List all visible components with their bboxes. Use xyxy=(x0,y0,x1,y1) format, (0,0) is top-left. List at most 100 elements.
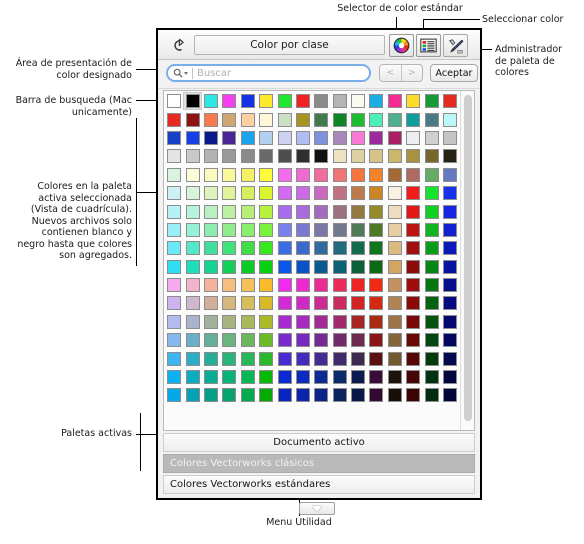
color-swatch[interactable] xyxy=(367,202,385,220)
color-swatch[interactable] xyxy=(183,239,201,257)
color-swatch[interactable] xyxy=(183,166,201,184)
color-swatch[interactable] xyxy=(386,184,404,202)
color-swatch[interactable] xyxy=(275,166,293,184)
color-swatch[interactable] xyxy=(165,166,183,184)
color-swatch[interactable] xyxy=(220,276,238,294)
color-swatch[interactable] xyxy=(367,184,385,202)
color-swatch[interactable] xyxy=(239,92,257,110)
color-swatch[interactable] xyxy=(294,110,312,128)
color-swatch[interactable] xyxy=(441,331,459,349)
color-swatch[interactable] xyxy=(183,92,202,111)
color-swatch[interactable] xyxy=(331,258,349,276)
color-swatch[interactable] xyxy=(165,129,183,147)
color-swatch[interactable] xyxy=(422,166,440,184)
color-swatch[interactable] xyxy=(239,110,257,128)
color-swatch[interactable] xyxy=(331,313,349,331)
color-swatch[interactable] xyxy=(404,110,422,128)
color-swatch[interactable] xyxy=(165,386,183,404)
color-swatch[interactable] xyxy=(239,294,257,312)
color-swatch[interactable] xyxy=(441,147,459,165)
color-swatch[interactable] xyxy=(239,166,257,184)
color-swatch[interactable] xyxy=(349,202,367,220)
color-swatch[interactable] xyxy=(404,313,422,331)
color-swatch[interactable] xyxy=(220,184,238,202)
color-swatch[interactable] xyxy=(165,258,183,276)
color-swatch[interactable] xyxy=(294,294,312,312)
color-swatch[interactable] xyxy=(239,147,257,165)
color-swatch[interactable] xyxy=(422,276,440,294)
color-swatch[interactable] xyxy=(349,110,367,128)
color-grid[interactable] xyxy=(165,92,460,405)
color-swatch[interactable] xyxy=(294,221,312,239)
color-swatch[interactable] xyxy=(275,110,293,128)
color-swatch[interactable] xyxy=(183,147,201,165)
color-swatch[interactable] xyxy=(239,386,257,404)
color-swatch[interactable] xyxy=(275,386,293,404)
color-swatch[interactable] xyxy=(331,147,349,165)
color-swatch[interactable] xyxy=(257,294,275,312)
color-swatch[interactable] xyxy=(165,202,183,220)
color-swatch[interactable] xyxy=(349,92,367,110)
color-swatch[interactable] xyxy=(349,294,367,312)
color-swatch[interactable] xyxy=(294,368,312,386)
color-swatch[interactable] xyxy=(367,239,385,257)
color-swatch[interactable] xyxy=(165,368,183,386)
color-swatch[interactable] xyxy=(275,331,293,349)
color-swatch[interactable] xyxy=(367,166,385,184)
color-swatch[interactable] xyxy=(404,129,422,147)
color-swatch[interactable] xyxy=(183,129,201,147)
color-grid-scrollbar[interactable] xyxy=(460,91,474,430)
search-prev-button[interactable]: < xyxy=(380,65,401,81)
color-grid-scroll[interactable] xyxy=(164,91,460,430)
color-swatch[interactable] xyxy=(367,331,385,349)
color-swatch[interactable] xyxy=(202,147,220,165)
color-swatch[interactable] xyxy=(202,368,220,386)
color-swatch[interactable] xyxy=(257,184,275,202)
color-swatch[interactable] xyxy=(294,313,312,331)
color-swatch[interactable] xyxy=(183,313,201,331)
color-swatch[interactable] xyxy=(386,147,404,165)
color-swatch[interactable] xyxy=(386,129,404,147)
color-swatch[interactable] xyxy=(239,258,257,276)
color-swatch[interactable] xyxy=(257,276,275,294)
color-swatch[interactable] xyxy=(349,129,367,147)
color-swatch[interactable] xyxy=(367,349,385,367)
color-swatch[interactable] xyxy=(331,110,349,128)
color-swatch[interactable] xyxy=(312,331,330,349)
color-swatch[interactable] xyxy=(275,184,293,202)
color-swatch[interactable] xyxy=(275,276,293,294)
color-swatch[interactable] xyxy=(220,110,238,128)
color-swatch[interactable] xyxy=(220,331,238,349)
color-swatch[interactable] xyxy=(183,331,201,349)
color-swatch[interactable] xyxy=(386,294,404,312)
color-swatch[interactable] xyxy=(294,239,312,257)
utility-menu-button[interactable] xyxy=(299,502,335,515)
color-swatch[interactable] xyxy=(202,110,220,128)
color-swatch[interactable] xyxy=(422,368,440,386)
color-swatch[interactable] xyxy=(312,368,330,386)
color-swatch[interactable] xyxy=(239,239,257,257)
color-swatch[interactable] xyxy=(202,331,220,349)
color-swatch[interactable] xyxy=(404,294,422,312)
color-swatch[interactable] xyxy=(441,221,459,239)
color-swatch[interactable] xyxy=(294,184,312,202)
color-swatch[interactable] xyxy=(220,386,238,404)
color-swatch[interactable] xyxy=(239,221,257,239)
color-swatch[interactable] xyxy=(422,349,440,367)
color-swatch[interactable] xyxy=(220,239,238,257)
color-swatch[interactable] xyxy=(202,129,220,147)
color-swatch[interactable] xyxy=(386,331,404,349)
color-swatch[interactable] xyxy=(257,147,275,165)
color-swatch[interactable] xyxy=(312,294,330,312)
color-swatch[interactable] xyxy=(257,239,275,257)
color-swatch[interactable] xyxy=(220,129,238,147)
color-swatch[interactable] xyxy=(165,92,183,110)
color-swatch[interactable] xyxy=(404,92,422,110)
color-swatch[interactable] xyxy=(441,129,459,147)
color-swatch[interactable] xyxy=(331,129,349,147)
color-swatch[interactable] xyxy=(386,221,404,239)
color-swatch[interactable] xyxy=(441,92,459,110)
color-swatch[interactable] xyxy=(367,129,385,147)
color-swatch[interactable] xyxy=(275,202,293,220)
color-swatch[interactable] xyxy=(386,313,404,331)
